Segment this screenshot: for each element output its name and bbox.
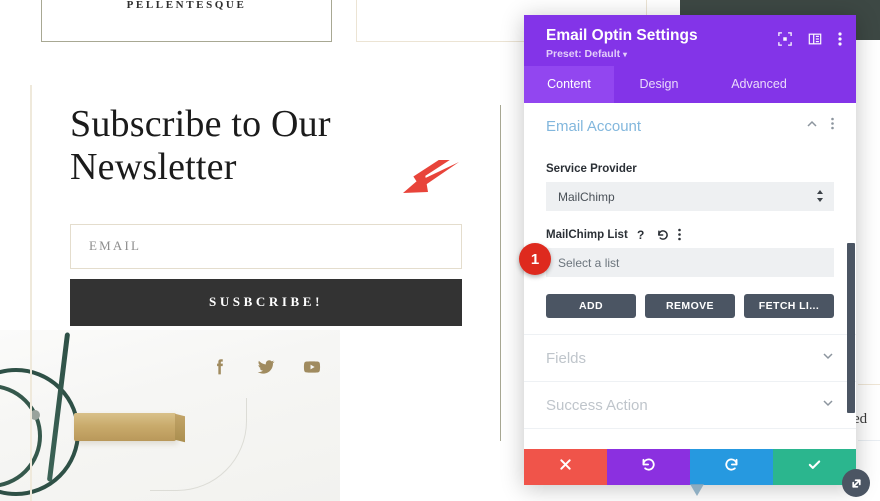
modal-pointer-nub (690, 484, 704, 496)
section-fields: Fields (524, 335, 856, 382)
chevron-down-icon[interactable] (822, 396, 834, 414)
section-fields-header[interactable]: Fields (546, 335, 834, 381)
modal-body[interactable]: Email Account Service Provider MailChimp… (524, 103, 856, 449)
cancel-button[interactable] (524, 449, 607, 485)
section-email-account-menu-icon[interactable] (831, 117, 834, 135)
section-fields-title: Fields (546, 349, 587, 367)
svg-text:?: ? (637, 228, 644, 241)
reset-icon[interactable] (657, 229, 669, 241)
email-input-placeholder: EMAIL (89, 238, 142, 254)
email-optin-settings-modal: Email Optin Settings Preset: Default ▾ C… (524, 15, 856, 485)
divider-cream-vertical (30, 85, 32, 501)
section-success-action-title: Success Action (546, 396, 648, 414)
feature-card-left-label: PELLENTESQUE (126, 0, 247, 11)
tab-design-label: Design (639, 77, 679, 91)
divider-olive-vertical (500, 105, 501, 441)
close-icon (559, 458, 572, 476)
section-email-account-header[interactable]: Email Account (546, 103, 834, 149)
more-vertical-icon[interactable] (677, 228, 681, 241)
service-provider-label: Service Provider (546, 163, 637, 175)
section-email-account-content: Service Provider MailChimp MailChimp Lis… (546, 149, 834, 334)
section-success-action: Success Action (524, 382, 856, 429)
step-badge-1: 1 (519, 243, 551, 275)
thread-curve (150, 398, 247, 491)
chevron-up-icon[interactable] (806, 117, 818, 135)
preset-selector[interactable]: Preset: Default ▾ (546, 48, 840, 60)
mailchimp-list-value: Select a list (558, 255, 620, 270)
tab-content[interactable]: Content (524, 66, 614, 103)
feature-card-left: PELLENTESQUE (41, 0, 332, 42)
check-icon (807, 457, 822, 477)
divider-faint-top (858, 384, 880, 385)
youtube-icon[interactable] (301, 356, 323, 378)
chevron-updown-icon (816, 189, 824, 205)
section-email-account: Email Account Service Provider MailChimp… (524, 103, 856, 335)
modal-header: Email Optin Settings Preset: Default ▾ (524, 15, 856, 66)
section-success-action-header[interactable]: Success Action (546, 382, 834, 428)
service-provider-select[interactable]: MailChimp (546, 182, 834, 211)
facebook-icon[interactable] (209, 356, 231, 378)
add-button[interactable]: ADD (546, 294, 636, 318)
redo-icon (724, 457, 739, 477)
more-vertical-icon[interactable] (838, 31, 842, 47)
modal-footer (524, 449, 856, 485)
list-action-buttons: ADD REMOVE FETCH LI... (546, 294, 834, 318)
service-provider-value: MailChimp (558, 189, 615, 204)
resize-diagonal-icon[interactable] (842, 469, 870, 497)
mailchimp-list-label: MailChimp List ? (546, 228, 834, 241)
help-icon[interactable]: ? (637, 228, 648, 241)
modal-tabs: Content Design Advanced (524, 66, 856, 103)
undo-icon (641, 457, 656, 477)
preset-label: Preset: Default (546, 48, 621, 61)
tab-advanced[interactable]: Advanced (704, 66, 814, 103)
annotation-arrow (403, 160, 459, 193)
subscribe-button-label: SUSBCRIBE! (208, 294, 324, 310)
mailchimp-list-select[interactable]: Select a list (546, 248, 834, 277)
chevron-down-icon[interactable] (822, 349, 834, 367)
divider-faint-bottom (858, 440, 880, 441)
fullscreen-icon[interactable] (778, 32, 792, 46)
fetch-lists-button[interactable]: FETCH LI... (744, 294, 834, 318)
remove-button[interactable]: REMOVE (645, 294, 735, 318)
social-links (70, 356, 462, 378)
redo-button[interactable] (690, 449, 773, 485)
modal-header-actions (778, 31, 842, 47)
undo-button[interactable] (607, 449, 690, 485)
layout-columns-icon[interactable] (808, 32, 822, 46)
section-email-account-title: Email Account (546, 117, 642, 135)
gold-bar-object (74, 413, 176, 441)
tab-advanced-label: Advanced (731, 77, 787, 91)
email-input[interactable]: EMAIL (70, 223, 462, 269)
modal-scrollbar[interactable] (847, 243, 855, 413)
newsletter-block: Subscribe to Our Newsletter EMAIL SUSBCR… (70, 103, 462, 326)
chevron-down-icon: ▾ (623, 50, 628, 60)
twitter-icon[interactable] (255, 356, 277, 378)
tab-content-label: Content (547, 77, 591, 91)
tab-design[interactable]: Design (614, 66, 704, 103)
subscribe-button[interactable]: SUSBCRIBE! (70, 278, 462, 326)
